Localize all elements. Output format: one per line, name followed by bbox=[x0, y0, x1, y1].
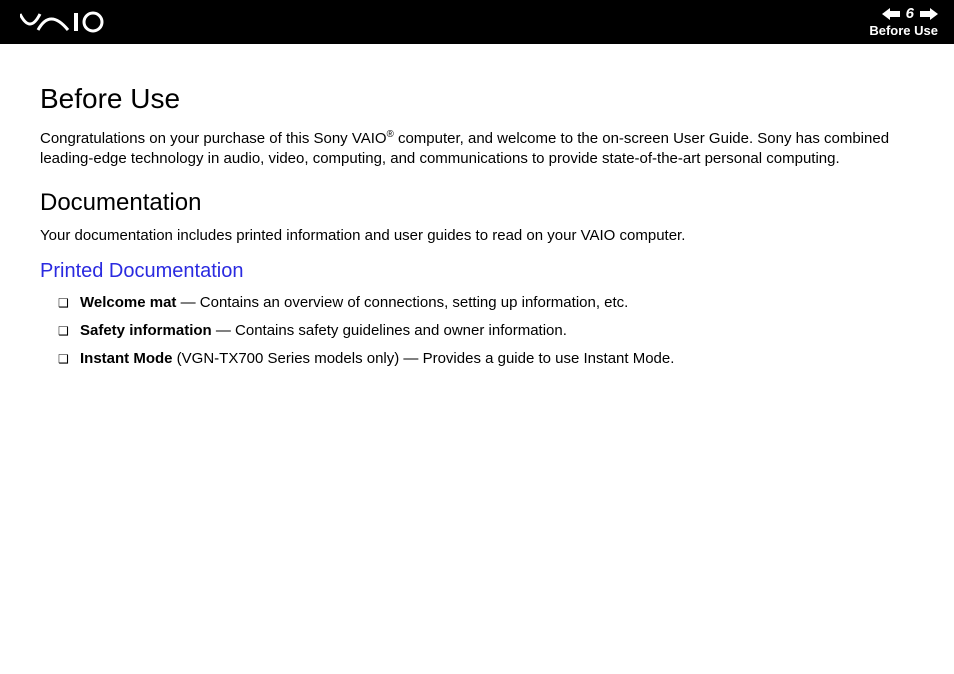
intro-paragraph: Congratulations on your purchase of this… bbox=[40, 128, 914, 170]
documentation-line: Your documentation includes printed info… bbox=[40, 226, 914, 246]
list-item-bold: Safety information bbox=[80, 322, 212, 339]
list-item: Welcome mat — Contains an overview of co… bbox=[58, 293, 914, 313]
page-title: Before Use bbox=[40, 80, 914, 118]
list-item: Safety information — Contains safety gui… bbox=[58, 321, 914, 341]
arrow-right-icon bbox=[920, 8, 938, 20]
registered-icon: ® bbox=[387, 129, 394, 140]
printed-doc-list: Welcome mat — Contains an overview of co… bbox=[40, 293, 914, 370]
list-item: Instant Mode (VGN-TX700 Series models on… bbox=[58, 349, 914, 369]
section-label: Before Use bbox=[869, 23, 938, 38]
list-item-rest: — Contains an overview of connections, s… bbox=[176, 294, 628, 311]
next-page-button[interactable] bbox=[920, 8, 938, 20]
documentation-heading: Documentation bbox=[40, 187, 914, 219]
list-item-rest: — Contains safety guidelines and owner i… bbox=[212, 322, 567, 339]
prev-page-button[interactable] bbox=[882, 8, 900, 20]
arrow-left-icon bbox=[882, 8, 900, 20]
list-item-rest: (VGN-TX700 Series models only) — Provide… bbox=[173, 350, 675, 367]
list-item-bold: Welcome mat bbox=[80, 294, 176, 311]
printed-doc-heading: Printed Documentation bbox=[40, 258, 914, 285]
page-number: 6 bbox=[906, 6, 914, 21]
page-content: Before Use Congratulations on your purch… bbox=[0, 44, 954, 370]
intro-text-pre: Congratulations on your purchase of this… bbox=[40, 130, 387, 147]
header-bar: 6 Before Use bbox=[0, 0, 954, 44]
header-nav: 6 Before Use bbox=[869, 6, 938, 38]
vaio-logo bbox=[20, 10, 130, 34]
list-item-bold: Instant Mode bbox=[80, 350, 173, 367]
